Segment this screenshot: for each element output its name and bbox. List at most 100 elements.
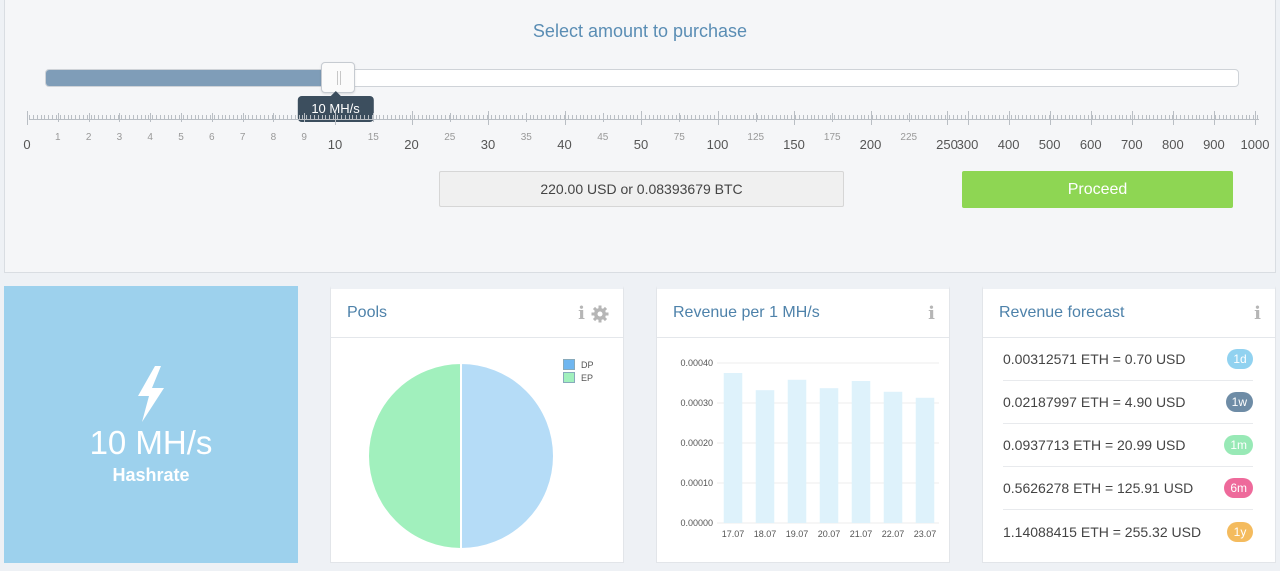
scale-tick <box>398 115 400 120</box>
scale-tick <box>695 115 697 120</box>
scale-tick <box>1037 115 1039 120</box>
y-tick-label: 0.00020 <box>680 438 713 448</box>
scale-major-tick <box>411 111 413 125</box>
x-tick-label: 18.07 <box>754 529 777 539</box>
scale-tick <box>1160 115 1162 120</box>
scale-tick <box>1133 115 1135 120</box>
scale-tick <box>810 115 812 120</box>
info-icon[interactable]: i <box>928 303 935 324</box>
scale-label: 150 <box>783 137 805 152</box>
scale-tick <box>995 115 997 120</box>
scale-tick <box>98 115 100 120</box>
scale-major-tick <box>832 113 834 122</box>
scale-tick <box>891 115 893 120</box>
scale-tick <box>1199 115 1201 120</box>
scale-tick <box>1157 115 1159 120</box>
scale-tick <box>517 115 519 120</box>
scale-tick <box>529 115 531 120</box>
pie-slice-dp <box>460 361 555 551</box>
scale-tick <box>829 115 831 120</box>
x-tick-label: 23.07 <box>914 529 937 539</box>
scale-tick <box>991 115 993 120</box>
scale-tick <box>460 115 462 120</box>
y-tick-label: 0.00010 <box>680 478 713 488</box>
revenue-title: Revenue per 1 MH/s <box>673 304 820 321</box>
scale-tick <box>1126 115 1128 120</box>
scale-label: 200 <box>859 137 882 152</box>
scale-tick <box>1107 115 1108 120</box>
scale-tick <box>121 115 123 120</box>
scale-tick <box>756 115 758 120</box>
scale-tick <box>344 115 346 120</box>
info-icon[interactable]: i <box>1254 303 1261 324</box>
scale-tick <box>148 115 150 120</box>
scale-major-tick <box>242 113 244 122</box>
scale-tick <box>1230 115 1232 120</box>
scale-tick <box>252 115 254 120</box>
scale-tick <box>629 115 631 120</box>
scale-tick <box>675 115 677 120</box>
proceed-button[interactable]: Proceed <box>962 171 1233 208</box>
info-icon[interactable]: i <box>578 303 585 324</box>
scale-tick <box>814 115 816 120</box>
pools-card: Pools i DP EP <box>330 286 624 563</box>
scale-tick <box>899 115 901 120</box>
amount-slider-fill <box>46 70 339 86</box>
scale-label: 15 <box>367 132 379 143</box>
bar-23.07 <box>915 397 935 523</box>
scale-tick <box>876 115 877 120</box>
scale-major-tick <box>488 111 489 125</box>
scale-label: 125 <box>747 132 765 143</box>
scale-label: 4 <box>147 132 153 143</box>
scale-tick <box>198 115 200 120</box>
scale-tick <box>956 115 958 120</box>
scale-major-tick <box>1090 111 1092 125</box>
scale-tick <box>1149 115 1151 120</box>
scale-tick <box>668 115 670 120</box>
scale-tick <box>845 115 847 120</box>
scale-tick <box>841 115 843 120</box>
scale-tick <box>1072 115 1074 120</box>
scale-tick <box>802 115 804 120</box>
legend-swatch <box>563 372 575 383</box>
forecast-title: Revenue forecast <box>999 304 1125 321</box>
bar-17.07 <box>723 373 743 523</box>
scale-tick <box>1214 115 1216 120</box>
scale-tick <box>117 115 119 120</box>
scale-tick <box>691 115 693 120</box>
scale-tick <box>1249 115 1251 120</box>
scale-major-tick <box>27 111 28 125</box>
scale-major-tick <box>273 113 275 122</box>
scale-tick <box>598 115 600 120</box>
scale-tick <box>340 115 342 120</box>
scale-tick <box>471 115 473 120</box>
revenue-card-header: Revenue per 1 MH/s i <box>657 289 949 338</box>
scale-tick <box>387 115 389 120</box>
scale-tick <box>856 115 858 120</box>
scale-tick <box>498 115 500 120</box>
scale-tick <box>1068 115 1070 120</box>
y-tick-label: 0.00040 <box>680 358 713 368</box>
scale-tick <box>317 115 319 120</box>
amount-slider-handle[interactable] <box>320 62 355 93</box>
forecast-card: Revenue forecast i 0.00312571 ETH = 0.70… <box>982 286 1276 563</box>
scale-tick <box>556 115 558 120</box>
forecast-value: 0.02187997 ETH = 4.90 USD <box>1003 394 1186 410</box>
scale-tick <box>1237 115 1239 120</box>
scale-label: 45 <box>597 132 609 143</box>
scale-tick <box>233 115 235 120</box>
scale-major-tick <box>564 111 566 125</box>
scale-tick <box>1087 115 1089 120</box>
scale-tick <box>752 115 754 120</box>
scale-label: 700 <box>1120 137 1143 152</box>
scale-tick <box>825 115 827 120</box>
amount-slider-track[interactable] <box>45 69 1239 87</box>
gear-icon[interactable] <box>591 305 609 323</box>
scale-label: 5 <box>178 132 184 143</box>
scale-tick <box>822 115 824 120</box>
scale-tick <box>136 115 138 120</box>
purchase-title: Select amount to purchase <box>532 21 748 41</box>
x-tick-label: 17.07 <box>722 529 745 539</box>
scale-tick <box>618 115 620 120</box>
forecast-value: 0.00312571 ETH = 0.70 USD <box>1003 351 1186 367</box>
